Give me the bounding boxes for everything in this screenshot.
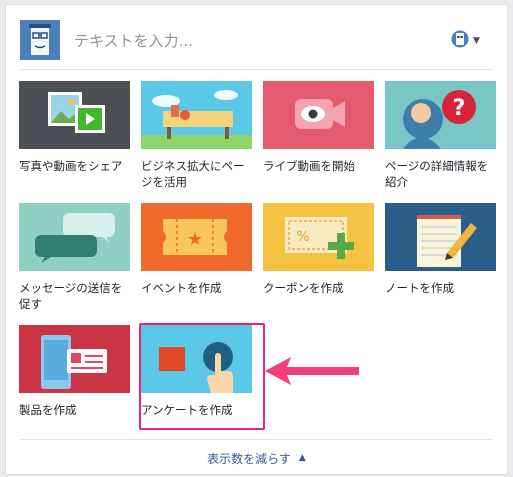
store-icon bbox=[141, 81, 252, 149]
tile-label: 写真や動画をシェア bbox=[19, 159, 123, 173]
note-icon bbox=[385, 203, 496, 271]
tile-create-event[interactable]: ★ イベントを作成 bbox=[141, 203, 252, 296]
tile-send-message[interactable]: メッセージの送信を促す bbox=[19, 203, 130, 312]
tile-label: イベントを作成 bbox=[141, 281, 222, 295]
tile-create-note[interactable]: ノートを作成 bbox=[385, 203, 496, 296]
tile-create-product[interactable]: 製品を作成 bbox=[19, 325, 130, 418]
tile-business-page[interactable]: ビジネス拡大にページを活用 bbox=[141, 81, 252, 190]
svg-text:%: % bbox=[296, 229, 309, 245]
page-selector[interactable]: ▼ bbox=[451, 30, 485, 52]
tile-label: クーポンを作成 bbox=[263, 281, 344, 295]
tile-page-details[interactable]: ? ページの詳細情報を紹介 bbox=[385, 81, 496, 190]
tile-label: 製品を作成 bbox=[19, 403, 77, 417]
svg-text:?: ? bbox=[453, 96, 466, 121]
arrow-left-icon bbox=[265, 357, 359, 385]
live-video-icon bbox=[263, 81, 374, 149]
svg-text:★: ★ bbox=[187, 229, 203, 250]
product-icon bbox=[19, 325, 130, 393]
create-post-panel: ▼ 写真や動画をシェア bbox=[5, 4, 508, 475]
photo-video-icon bbox=[19, 81, 130, 149]
messages-icon bbox=[19, 203, 130, 271]
chevron-down-icon: ▼ bbox=[473, 36, 480, 46]
question-person-icon: ? bbox=[385, 81, 496, 149]
tile-label: ページの詳細情報を紹介 bbox=[385, 159, 489, 189]
page-avatar-icon bbox=[451, 30, 469, 52]
tile-label: ビジネス拡大にページを活用 bbox=[141, 159, 245, 189]
tile-share-photo-video[interactable]: 写真や動画をシェア bbox=[19, 81, 130, 174]
tile-create-coupon[interactable]: % クーポンを作成 bbox=[263, 203, 374, 296]
avatar bbox=[20, 20, 60, 60]
tile-label: ライブ動画を開始 bbox=[263, 159, 355, 173]
tile-start-live-video[interactable]: ライブ動画を開始 bbox=[263, 81, 374, 174]
chevron-up-icon: ▲ bbox=[298, 453, 306, 463]
event-ticket-icon: ★ bbox=[141, 203, 252, 271]
show-less-link[interactable]: 表示数を減らす ▲ bbox=[207, 450, 306, 467]
composer-input[interactable] bbox=[72, 27, 376, 55]
panel-footer: 表示数を減らす ▲ bbox=[20, 439, 493, 476]
tile-label: ノートを作成 bbox=[385, 281, 454, 295]
coupon-icon: % bbox=[263, 203, 374, 271]
tile-label: メッセージの送信を促す bbox=[19, 281, 123, 311]
composer: ▼ bbox=[20, 17, 493, 70]
highlight-box bbox=[139, 323, 265, 430]
